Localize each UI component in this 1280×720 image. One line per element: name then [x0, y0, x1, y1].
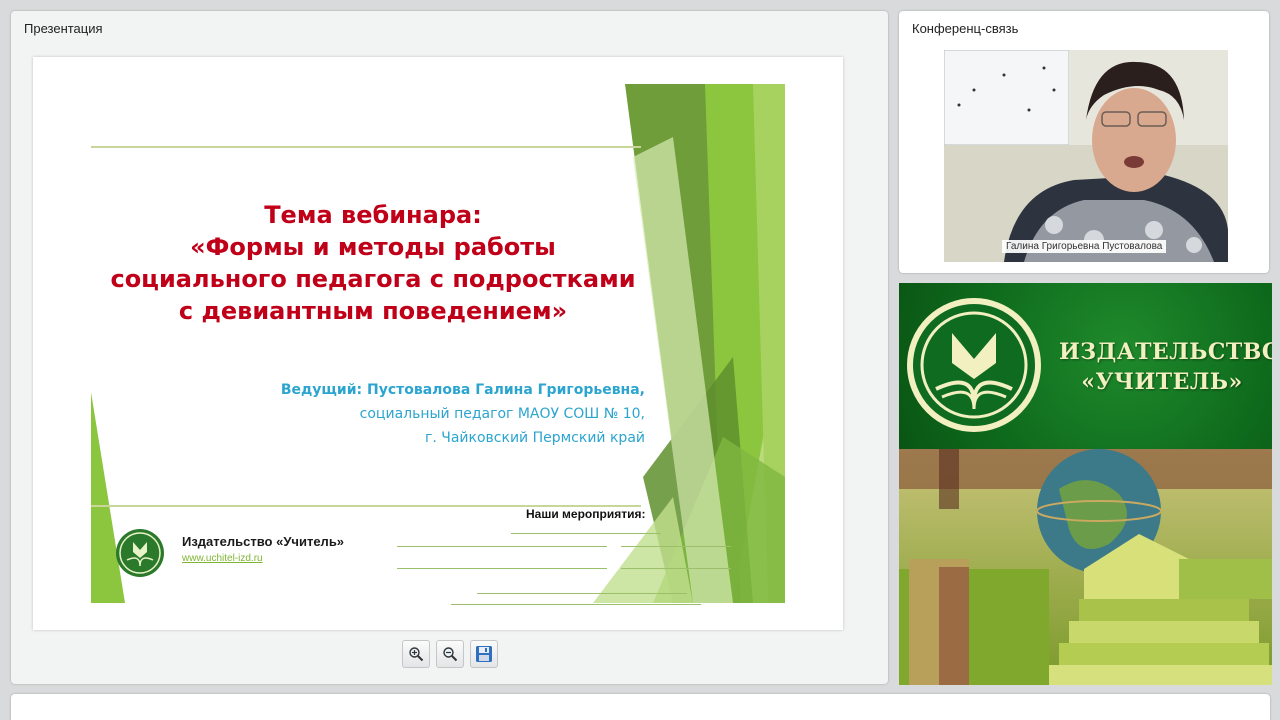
- slide-title: Тема вебинара: «Формы и методы работы со…: [93, 199, 653, 327]
- events-link[interactable]: [397, 540, 607, 547]
- events-link[interactable]: [451, 599, 701, 605]
- save-button[interactable]: [470, 640, 498, 668]
- footer-bar: [11, 694, 1270, 720]
- publisher-url-link[interactable]: www.uchitel-izd.ru: [182, 553, 263, 564]
- events-link[interactable]: [621, 562, 731, 569]
- slide-title-line: с девиантным поведением»: [178, 297, 568, 325]
- banner-books-illustration: [899, 449, 1272, 685]
- slide-divider-top: [91, 146, 641, 148]
- participant-video-frame: [944, 50, 1228, 262]
- conference-panel: Конференц-связь Галина Григорьевна Пусто…: [899, 11, 1269, 273]
- slide-title-line: Тема вебинара:: [264, 201, 482, 229]
- events-link[interactable]: [477, 587, 687, 594]
- slide-title-line: социального педагога с подростками: [110, 265, 636, 293]
- banner-title: ИЗДАТЕЛЬСТВО «УЧИТЕЛЬ»: [1059, 337, 1272, 397]
- banner-title-line: ИЗДАТЕЛЬСТВО: [1059, 339, 1272, 365]
- conference-panel-title: Конференц-связь: [912, 21, 1019, 36]
- zoom-out-icon: [443, 647, 458, 662]
- presenter-name: Ведущий: Пустовалова Галина Григорьевна,: [280, 382, 645, 398]
- events-link[interactable]: [511, 527, 661, 534]
- participant-video[interactable]: Галина Григорьевна Пустовалова: [944, 50, 1228, 262]
- events-link[interactable]: [621, 540, 731, 547]
- presenter-city: г. Чайковский Пермский край: [424, 430, 645, 446]
- slide-title-line: «Формы и методы работы: [190, 233, 556, 261]
- zoom-out-button[interactable]: [436, 640, 464, 668]
- banner-header: ИЗДАТЕЛЬСТВО «УЧИТЕЛЬ»: [899, 283, 1272, 449]
- participant-name-label: Галина Григорьевна Пустовалова: [1002, 240, 1167, 253]
- presentation-slide: Тема вебинара: «Формы и методы работы со…: [33, 57, 843, 630]
- publisher-name: Издательство «Учитель»: [182, 534, 345, 549]
- slide-toolbar: [402, 640, 498, 668]
- publisher-logo-icon: [116, 529, 164, 577]
- presenter-role: социальный педагог МАОУ СОШ № 10,: [359, 406, 645, 422]
- publisher-emblem-icon: [907, 298, 1041, 432]
- zoom-in-icon: [409, 647, 424, 662]
- save-icon: [476, 646, 492, 662]
- banner-title-line: «УЧИТЕЛЬ»: [1081, 369, 1243, 395]
- presentation-panel-title: Презентация: [24, 21, 103, 36]
- events-heading: Наши мероприятия:: [526, 507, 646, 521]
- zoom-in-button[interactable]: [402, 640, 430, 668]
- slide-presenter-info: Ведущий: Пустовалова Галина Григорьевна,…: [281, 378, 645, 450]
- publisher-banner[interactable]: ИЗДАТЕЛЬСТВО «УЧИТЕЛЬ»: [899, 283, 1272, 685]
- presentation-panel: Презентация Тема вебинара: «Формы и мето…: [11, 11, 888, 684]
- events-link[interactable]: [397, 562, 607, 569]
